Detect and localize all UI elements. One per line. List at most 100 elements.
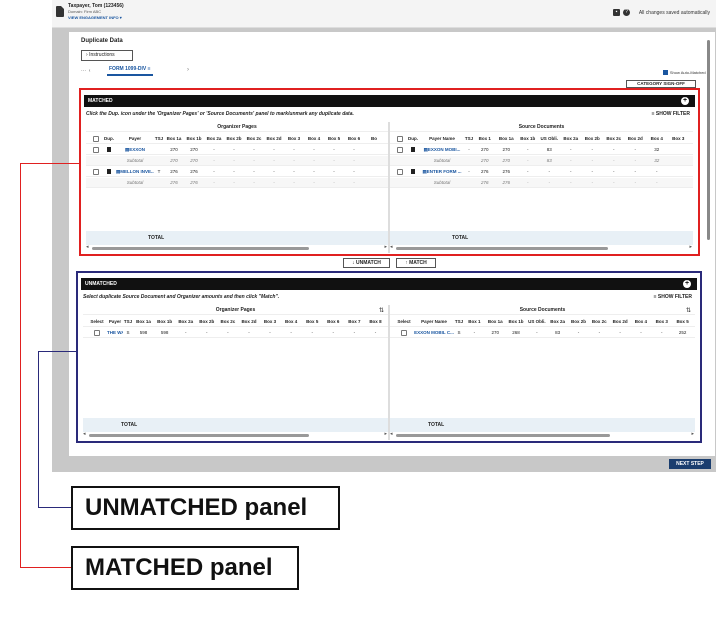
value-cell: -	[661, 330, 663, 335]
payer-link[interactable]: ▤EXXON MOBI...	[420, 145, 464, 155]
show-filter-button[interactable]: ≡ SHOW FILTER	[652, 111, 690, 117]
payer-link[interactable]: ▤EXXON	[116, 145, 154, 155]
organizer-pages-table: Organizer Pages ⇅ Select Payer TSJ Box 1a Box …	[83, 305, 388, 440]
row-select-cell[interactable]	[394, 145, 406, 155]
dup-cell[interactable]	[406, 167, 420, 177]
checkbox-icon[interactable]	[397, 168, 403, 175]
value-cell: -	[269, 330, 271, 335]
unmatched-title: UNMATCHED	[85, 281, 117, 287]
checkbox-icon[interactable]	[93, 168, 99, 175]
scroll-right-icon[interactable]: ▸	[384, 431, 387, 437]
payer-link[interactable]: ▤MELLON INVE...	[116, 167, 154, 177]
more-icon[interactable]: ···	[81, 68, 86, 74]
show-auto-matched-toggle[interactable]: Show Auto-Matched ▮	[662, 70, 709, 76]
duplicate-icon[interactable]	[107, 169, 111, 175]
table-row: THE WALT DISNE...S 598 598 - - - - - - - - - -	[83, 328, 388, 338]
horizontal-scrollbar[interactable]	[92, 247, 310, 250]
row-select-cell[interactable]	[90, 167, 102, 177]
duplicate-icon[interactable]	[107, 147, 111, 153]
total-row: TOTAL	[390, 231, 693, 245]
dup-cell[interactable]	[102, 167, 116, 177]
horizontal-scrollbar[interactable]	[89, 434, 309, 437]
chevron-left-icon[interactable]: ‹	[87, 68, 91, 74]
chevron-right-icon[interactable]: ›	[187, 67, 189, 73]
scroll-right-icon[interactable]: ▸	[689, 244, 692, 250]
value-cell: -	[591, 180, 594, 185]
select-all-checkbox[interactable]	[90, 134, 102, 144]
show-filter-button[interactable]: ≡ SHOW FILTER	[654, 294, 692, 300]
tab-form-1099-div[interactable]: FORM 1099-DIV ≡	[107, 66, 153, 76]
subtotal-row: Subtotal 270 270 - 83 - - - - 32	[390, 156, 693, 166]
dup-cell[interactable]	[102, 145, 116, 155]
scroll-left-icon[interactable]: ◂	[86, 244, 89, 250]
callout-line-matched	[20, 567, 71, 568]
scroll-left-icon[interactable]: ◂	[390, 431, 393, 437]
checkbox-icon[interactable]	[93, 146, 99, 153]
subtotal-text: Subtotal	[433, 180, 451, 185]
dup-cell[interactable]	[406, 145, 420, 155]
sort-icon[interactable]: ⇅	[686, 307, 691, 314]
add-icon[interactable]: +	[683, 280, 691, 288]
matched-description: Click the Dup. icon under the 'Organizer…	[86, 111, 354, 117]
page-scrollbar[interactable]	[707, 40, 710, 240]
category-signoff-button[interactable]: CATEGORY SIGN-OFF	[626, 80, 696, 88]
chat-icon[interactable]: ▪	[613, 9, 620, 16]
checkbox-icon[interactable]	[94, 329, 100, 336]
payer-link[interactable]: THE WALT DISNE...	[107, 328, 123, 338]
next-step-button[interactable]: NEXT STEP	[669, 459, 711, 469]
horizontal-scrollbar[interactable]	[396, 434, 610, 437]
checkbox-checked-icon[interactable]	[662, 70, 668, 76]
value-cell: -	[253, 158, 255, 163]
value-cell: -	[213, 169, 215, 174]
value-cell: -	[527, 169, 529, 174]
organizer-pages-table: Organizer Pages Dup. Payer TSJ Box 1a Box 1b B…	[86, 122, 388, 253]
checkbox-icon[interactable]	[401, 329, 407, 336]
column-header-row: Dup. Payer TSJ Box 1a Box 1b Box 2a Box 2b Box …	[86, 134, 388, 144]
table-group-title: Source Documents	[390, 122, 693, 132]
value-cell: -	[313, 180, 315, 185]
column-header-row: Select Payer TSJ Box 1a Box 1b Box 2a Box 2b Bo…	[83, 317, 388, 327]
add-icon[interactable]: +	[681, 97, 689, 105]
scroll-left-icon[interactable]: ◂	[390, 244, 393, 250]
checkbox-icon[interactable]	[397, 146, 403, 153]
value-cell: 276	[170, 169, 178, 174]
select-all-checkbox[interactable]	[394, 134, 406, 144]
match-button[interactable]: ↑ MATCH	[396, 258, 436, 268]
value-cell: -	[353, 330, 356, 335]
scroll-right-icon[interactable]: ▸	[691, 431, 694, 437]
sort-icon[interactable]: ⇅	[379, 307, 384, 314]
column-header: Box 2b	[570, 319, 586, 324]
checkbox-icon[interactable]	[93, 135, 99, 142]
payer-link[interactable]: ▤ENTER FORM ...	[420, 167, 464, 177]
duplicate-icon[interactable]	[411, 169, 415, 175]
scroll-right-icon[interactable]: ▸	[384, 244, 387, 250]
view-engagement-info-link[interactable]: VIEW ENGAGEMENT INFO ▾	[68, 15, 122, 20]
column-header: Box 2b	[226, 136, 242, 141]
total-row: TOTAL	[83, 418, 388, 432]
help-icon[interactable]: ?	[623, 9, 630, 16]
column-header: Box 3	[672, 136, 685, 141]
unmatched-grid: Organizer Pages ⇅ Select Payer TSJ Box 1a Box …	[83, 305, 695, 440]
scroll-left-icon[interactable]: ◂	[83, 431, 86, 437]
horizontal-scrollbar[interactable]	[396, 247, 609, 250]
value-cell: -	[313, 158, 315, 163]
column-header: Box 2d	[266, 136, 282, 141]
checkbox-icon[interactable]	[397, 135, 403, 142]
filter-lines-icon: ≡	[147, 66, 151, 72]
payer-link[interactable]: EXXON MOBIL C...	[414, 328, 454, 338]
subtotal-label: Subtotal	[420, 156, 464, 166]
row-select-cell[interactable]	[90, 145, 102, 155]
column-header: Box 2c	[606, 136, 622, 141]
row-select-cell[interactable]	[394, 328, 414, 338]
value-cell: -	[634, 147, 637, 152]
duplicate-icon[interactable]	[411, 147, 415, 153]
value-cell: 270	[502, 147, 510, 152]
value-cell: -	[273, 158, 275, 163]
row-select-cell[interactable]	[87, 328, 107, 338]
value-cell: -	[332, 330, 335, 335]
row-select-cell[interactable]	[394, 167, 406, 177]
unmatch-button[interactable]: ↓ UNMATCH	[343, 258, 390, 268]
instructions-button[interactable]: › Instructions	[81, 50, 133, 61]
value-cell: -	[598, 330, 601, 335]
value-cell: -	[273, 180, 275, 185]
